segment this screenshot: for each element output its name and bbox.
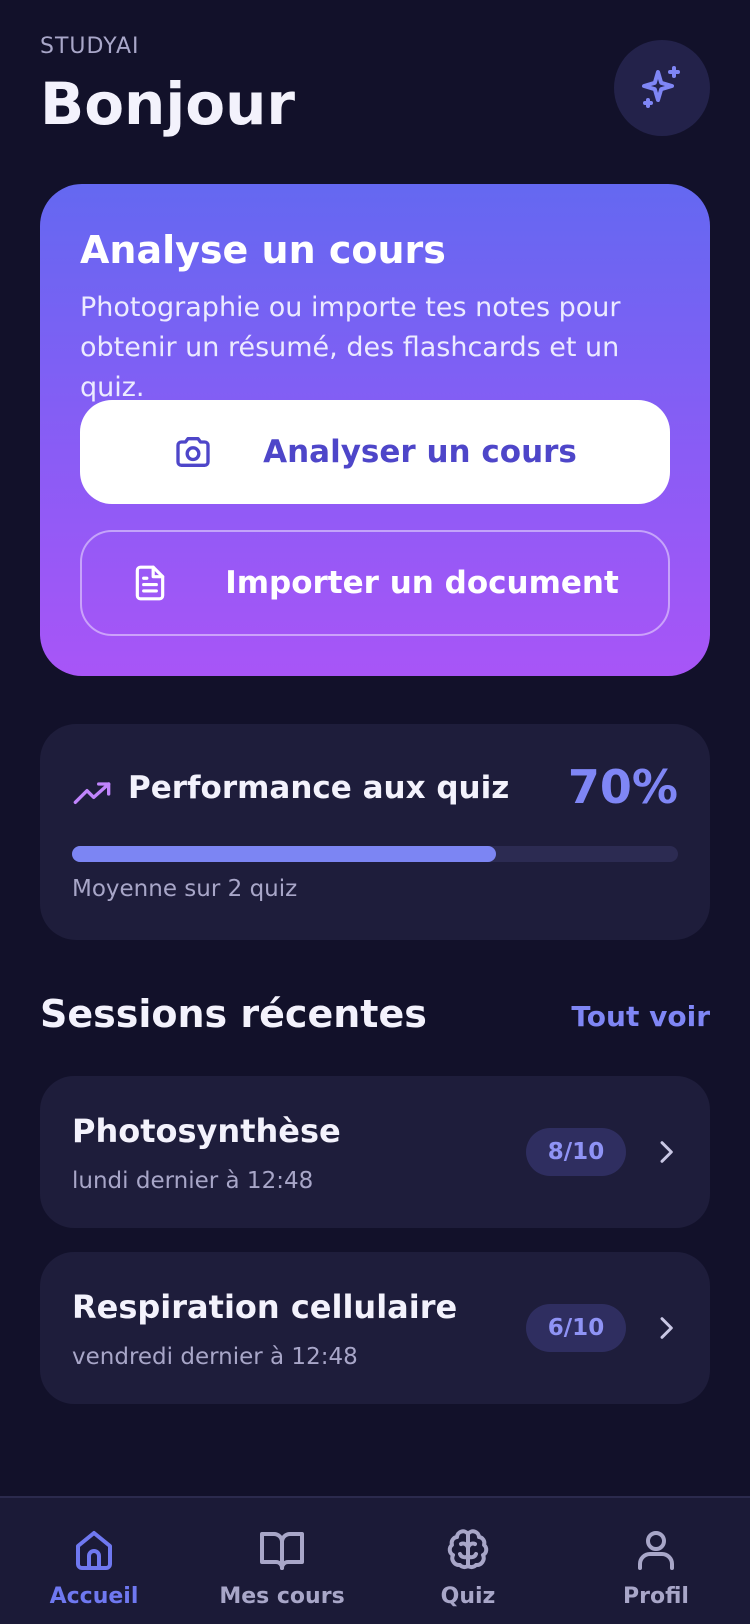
nav-label: Quiz xyxy=(440,1584,496,1609)
score-badge: 8/10 xyxy=(526,1128,626,1176)
user-icon xyxy=(638,1531,674,1570)
hero-description: Photographie ou importe tes notes pour o… xyxy=(80,292,621,403)
session-title: Respiration cellulaire xyxy=(72,1288,458,1326)
session-card[interactable]: Respiration cellulaire vendredi dernier … xyxy=(40,1252,710,1404)
quiz-performance-card: Performance aux quiz 70% Moyenne sur 2 q… xyxy=(40,724,710,940)
camera-icon xyxy=(176,437,210,467)
book-open-icon xyxy=(260,1532,304,1570)
analyze-course-card: Analyse un cours Photographie ou importe… xyxy=(40,184,710,676)
analyze-course-button[interactable]: Analyser un cours xyxy=(80,400,670,504)
session-date: lundi dernier à 12:48 xyxy=(72,1168,314,1194)
brand-label: STUDYAI xyxy=(40,34,140,59)
nav-label: Accueil xyxy=(49,1584,139,1609)
performance-progress-bar xyxy=(72,846,678,862)
performance-title: Performance aux quiz xyxy=(128,770,510,806)
home-icon xyxy=(76,1531,112,1570)
session-date: vendredi dernier à 12:48 xyxy=(72,1344,358,1370)
home-screen: STUDYAI Bonjour Analyse un cours Photogr… xyxy=(0,0,750,1624)
hero-title: Analyse un cours xyxy=(80,228,446,272)
document-icon xyxy=(135,565,165,601)
session-card[interactable]: Photosynthèse lundi dernier à 12:48 8/10 xyxy=(40,1076,710,1228)
nav-item-home[interactable]: Accueil xyxy=(14,1526,174,1609)
nav-item-quiz[interactable]: Quiz xyxy=(388,1526,548,1609)
performance-subtitle: Moyenne sur 2 quiz xyxy=(72,876,298,902)
session-title: Photosynthèse xyxy=(72,1112,341,1150)
nav-label: Mes cours xyxy=(219,1584,345,1609)
see-all-link[interactable]: Tout voir xyxy=(571,1000,710,1033)
score-badge: 6/10 xyxy=(526,1304,626,1352)
import-document-button[interactable]: Importer un document xyxy=(80,530,670,636)
page-title: Bonjour xyxy=(40,70,295,138)
performance-progress-fill xyxy=(72,846,497,862)
nav-label: Profil xyxy=(623,1584,689,1609)
recent-sessions-title: Sessions récentes xyxy=(40,992,427,1036)
performance-value: 70% xyxy=(567,760,678,814)
nav-item-profile[interactable]: Profil xyxy=(576,1526,736,1609)
bottom-navigation: Accueil Mes cours Quiz Profil xyxy=(0,1496,750,1624)
analyze-course-label: Analyser un cours xyxy=(263,434,577,470)
brain-icon xyxy=(447,1529,489,1570)
nav-item-courses[interactable]: Mes cours xyxy=(202,1526,362,1609)
sparkles-icon xyxy=(642,66,680,108)
ai-magic-button[interactable] xyxy=(614,40,710,136)
import-document-label: Importer un document xyxy=(225,565,619,601)
trending-up-icon xyxy=(73,782,111,804)
chevron-right-icon xyxy=(660,1141,673,1163)
chevron-right-icon xyxy=(660,1317,673,1339)
